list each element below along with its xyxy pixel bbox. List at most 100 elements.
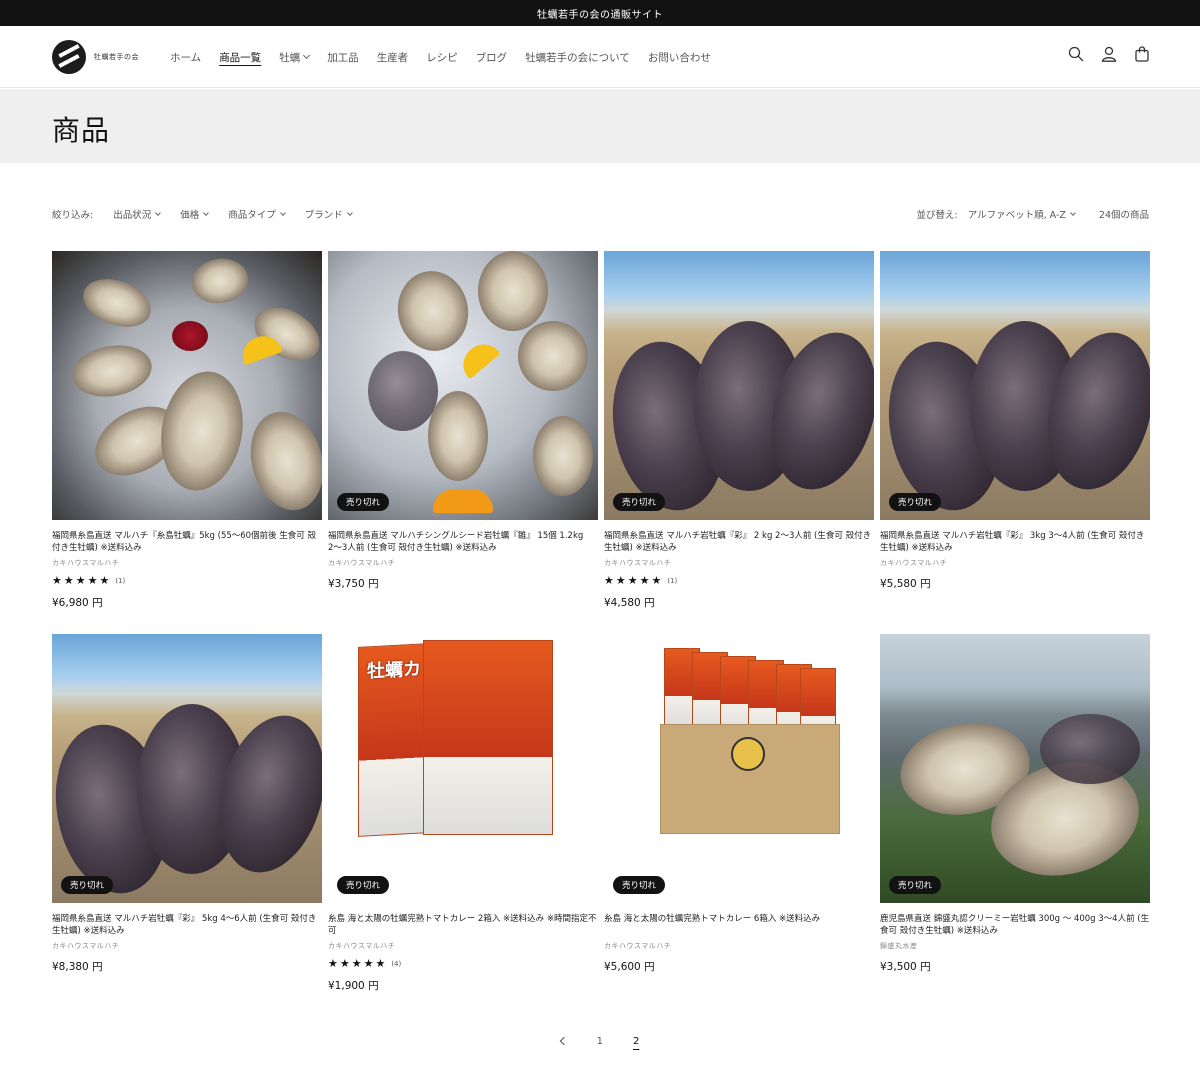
- page-link-current[interactable]: 2: [633, 1036, 639, 1047]
- sold-out-badge: 売り切れ: [61, 876, 114, 894]
- product-title[interactable]: 糸島 海と太陽の牡蠣完熟トマトカレー 2箱入 ※送料込み ※時間指定不可: [328, 913, 598, 937]
- filter-item-label: 商品タイプ: [228, 210, 276, 221]
- product-image[interactable]: 売り切れ: [52, 634, 322, 903]
- sort-value: アルファベット順, A-Z: [967, 210, 1066, 221]
- sold-out-badge: 売り切れ: [337, 493, 390, 511]
- nav-producers[interactable]: 生産者: [377, 50, 409, 65]
- product-image[interactable]: 売り切れ: [328, 251, 598, 520]
- product-vendor: 錦盛丸水産: [880, 942, 918, 950]
- review-count: (1): [115, 576, 126, 585]
- cart-icon[interactable]: [1134, 46, 1150, 62]
- chevron-down-icon: [203, 209, 210, 216]
- product-title[interactable]: 福岡県糸島直送 マルハチ岩牡蠣『彩』 5kg 4〜6人前 (生食可 殻付き生牡蠣…: [52, 913, 322, 937]
- nav-label: 生産者: [376, 51, 409, 64]
- product-title[interactable]: 福岡県糸島直送 マルハチ岩牡蠣『彩』 3kg 3〜4人前 (生食可 殻付き生牡蠣…: [880, 530, 1150, 554]
- review-count: (1): [667, 576, 678, 585]
- announcement-text: 牡蠣若手の会の通販サイト: [537, 9, 663, 21]
- site-logo[interactable]: 牡蠣若手の会: [52, 40, 139, 74]
- pagination: 1 2: [0, 1030, 1200, 1052]
- collection-banner: 商品: [0, 89, 1200, 163]
- chevron-down-icon: [155, 209, 162, 216]
- product-card[interactable]: 売り切れ 福岡県糸島直送 マルハチシングルシード岩牡蠣『雛』 15個 1.2kg…: [328, 251, 598, 591]
- nav-about[interactable]: 牡蠣若手の会について: [525, 50, 630, 65]
- announcement-bar: 牡蠣若手の会の通販サイト: [0, 0, 1200, 26]
- sold-out-badge: 売り切れ: [889, 876, 942, 894]
- filter-item-label: ブランド: [304, 210, 343, 221]
- product-image[interactable]: 牡蠣カレー 売り切れ: [328, 634, 598, 903]
- nav-recipes[interactable]: レシピ: [426, 50, 458, 65]
- nav-label: ホーム: [170, 51, 202, 64]
- filter-item-label: 出品状況: [113, 210, 152, 221]
- nav-label: 牡蠣: [279, 51, 301, 64]
- product-image[interactable]: 売り切れ: [880, 251, 1150, 520]
- product-image[interactable]: 売り切れ: [604, 251, 874, 520]
- chevron-down-icon: [279, 209, 286, 216]
- star-icons: ★★★★★: [604, 574, 664, 587]
- chevron-left-icon[interactable]: [559, 1036, 568, 1046]
- product-title[interactable]: 福岡県糸島直送 マルハチ『糸島牡蠣』5kg (55〜60個前後 生食可 殻付き生…: [52, 530, 322, 554]
- nav-label: 加工品: [327, 51, 359, 64]
- rating-stars: ★★★★★ (1): [604, 574, 874, 587]
- nav-products[interactable]: 商品一覧: [219, 50, 261, 65]
- page-title: 商品: [52, 114, 111, 147]
- filter-product-type[interactable]: 商品タイプ: [228, 207, 286, 221]
- product-vendor: カキハウスマルハチ: [604, 559, 672, 567]
- sort-label: 並び替え:: [916, 210, 958, 221]
- nav-label: 商品一覧: [219, 51, 262, 64]
- product-card[interactable]: 売り切れ 糸島 海と太陽の牡蠣完熟トマトカレー 6箱入 ※送料込み カキハウスマ…: [604, 634, 874, 974]
- logo-mark-icon: [52, 40, 86, 74]
- product-vendor: カキハウスマルハチ: [52, 942, 120, 950]
- chevron-down-icon: [303, 51, 311, 60]
- rating-stars: ★★★★★ (4): [328, 957, 598, 970]
- header-icons: [1068, 46, 1150, 62]
- sort-select[interactable]: アルファベット順, A-Z: [967, 207, 1076, 221]
- filter-bar: 絞り込み: 出品状況 価格 商品タイプ ブランド 並び替え: アルファベット順,…: [52, 207, 1149, 225]
- filter-price[interactable]: 価格: [180, 207, 210, 221]
- product-card[interactable]: 売り切れ 福岡県糸島直送 マルハチ岩牡蠣『彩』 5kg 4〜6人前 (生食可 殻…: [52, 634, 322, 974]
- star-icons: ★★★★★: [52, 574, 112, 587]
- nav-home[interactable]: ホーム: [170, 50, 201, 65]
- sold-out-badge: 売り切れ: [613, 493, 666, 511]
- rating-stars: ★★★★★ (1): [52, 574, 322, 587]
- product-vendor: カキハウスマルハチ: [328, 942, 396, 950]
- page-link-1[interactable]: 1: [597, 1036, 603, 1047]
- account-icon[interactable]: [1101, 46, 1117, 62]
- product-price: ¥5,600 円: [604, 961, 655, 973]
- nav-contact[interactable]: お問い合わせ: [648, 50, 711, 65]
- product-card[interactable]: 売り切れ 鹿児島県直送 錦盛丸認クリーミー岩牡蠣 300g 〜 400g 3〜4…: [880, 634, 1150, 974]
- product-title[interactable]: 福岡県糸島直送 マルハチ岩牡蠣『彩』 2 kg 2〜3人前 (生食可 殻付き生牡…: [604, 530, 874, 554]
- product-card[interactable]: 売り切れ 福岡県糸島直送 マルハチ岩牡蠣『彩』 3kg 3〜4人前 (生食可 殻…: [880, 251, 1150, 591]
- filter-brand[interactable]: ブランド: [304, 207, 353, 221]
- product-card[interactable]: 福岡県糸島直送 マルハチ『糸島牡蠣』5kg (55〜60個前後 生食可 殻付き生…: [52, 251, 322, 610]
- product-card[interactable]: 売り切れ 福岡県糸島直送 マルハチ岩牡蠣『彩』 2 kg 2〜3人前 (生食可 …: [604, 251, 874, 610]
- logo-text: 牡蠣若手の会: [94, 53, 139, 61]
- review-count: (4): [391, 959, 402, 968]
- nav-label: お問い合わせ: [647, 51, 711, 64]
- chevron-down-icon: [346, 209, 353, 216]
- sold-out-badge: 売り切れ: [613, 876, 666, 894]
- product-title[interactable]: 福岡県糸島直送 マルハチシングルシード岩牡蠣『雛』 15個 1.2kg 2〜3人…: [328, 530, 598, 554]
- filter-label: 絞り込み:: [52, 210, 94, 221]
- nav-blog[interactable]: ブログ: [476, 50, 508, 65]
- nav-oysters[interactable]: 牡蠣: [279, 50, 311, 65]
- product-vendor: カキハウスマルハチ: [604, 942, 672, 950]
- product-vendor: カキハウスマルハチ: [52, 559, 120, 567]
- chevron-down-icon: [1070, 209, 1076, 216]
- nav-label: ブログ: [475, 51, 508, 64]
- search-icon[interactable]: [1068, 46, 1084, 62]
- product-price: ¥5,580 円: [880, 578, 931, 590]
- product-vendor: カキハウスマルハチ: [328, 559, 396, 567]
- product-card[interactable]: 牡蠣カレー 売り切れ 糸島 海と太陽の牡蠣完熟トマトカレー 2箱入 ※送料込み …: [328, 634, 598, 993]
- product-image[interactable]: [52, 251, 322, 520]
- product-price: ¥8,380 円: [52, 961, 103, 973]
- nav-processed[interactable]: 加工品: [327, 50, 359, 65]
- product-count: 24個の商品: [1098, 210, 1149, 221]
- filter-availability[interactable]: 出品状況: [113, 207, 162, 221]
- main-nav: ホーム 商品一覧 牡蠣 加工品 生産者 レシピ ブログ 牡蠣若手の会について お…: [170, 26, 711, 88]
- product-title[interactable]: 糸島 海と太陽の牡蠣完熟トマトカレー 6箱入 ※送料込み: [604, 913, 874, 937]
- product-image[interactable]: 売り切れ: [880, 634, 1150, 903]
- filter-item-label: 価格: [180, 210, 200, 221]
- product-vendor: カキハウスマルハチ: [880, 559, 948, 567]
- product-title[interactable]: 鹿児島県直送 錦盛丸認クリーミー岩牡蠣 300g 〜 400g 3〜4人前 (生…: [880, 913, 1150, 937]
- product-image[interactable]: 売り切れ: [604, 634, 874, 903]
